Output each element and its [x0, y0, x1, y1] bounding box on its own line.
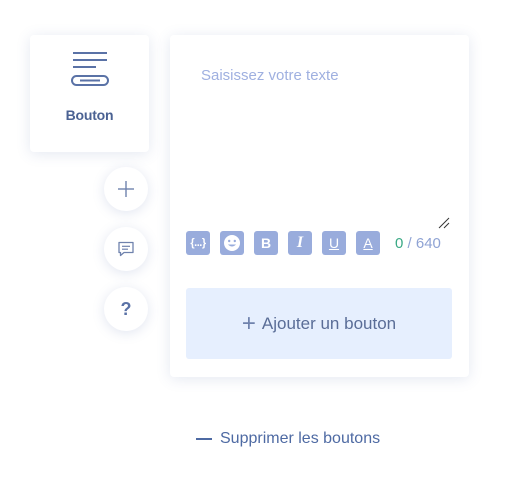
italic-icon: I	[296, 234, 304, 251]
text-editor-card: {...} B I U A 0 / 640 + Ajouter un bouto	[170, 35, 469, 377]
add-button-label: Ajouter un bouton	[261, 313, 397, 333]
button-block-card[interactable]: Bouton	[30, 35, 149, 152]
comment-icon	[118, 241, 134, 257]
variable-icon: {...}	[190, 237, 206, 249]
italic-button[interactable]: I	[288, 231, 312, 255]
underline-icon: U	[328, 235, 340, 251]
text-color-icon: A	[363, 235, 373, 251]
insert-variable-button[interactable]: {...}	[186, 231, 210, 255]
comment-button[interactable]	[104, 227, 148, 271]
add-button-button[interactable]: + Ajouter un bouton	[186, 288, 452, 359]
message-text-input[interactable]	[201, 67, 451, 207]
format-toolbar: {...} B I U A 0 / 640	[186, 231, 441, 255]
help-button[interactable]: ?	[104, 287, 148, 331]
help-icon: ?	[120, 298, 132, 319]
character-counter: 0 / 640	[395, 235, 441, 252]
bold-icon: B	[260, 235, 272, 251]
resize-handle-icon[interactable]	[438, 217, 450, 229]
button-block-icon	[70, 52, 109, 86]
underline-button[interactable]: U	[322, 231, 346, 255]
bold-button[interactable]: B	[254, 231, 278, 255]
plus-icon	[118, 181, 134, 197]
counter-separator: /	[403, 234, 416, 252]
counter-max: 640	[415, 234, 441, 252]
text-color-button[interactable]: A	[356, 231, 380, 255]
block-label: Bouton	[65, 107, 114, 123]
remove-buttons-label: Supprimer les boutons	[220, 430, 381, 447]
smiley-icon	[224, 235, 240, 251]
add-block-button[interactable]	[104, 167, 148, 211]
plus-icon: +	[241, 309, 256, 337]
emoji-button[interactable]	[220, 231, 244, 255]
remove-buttons-link[interactable]: Supprimer les boutons	[196, 430, 380, 448]
minus-icon	[196, 438, 212, 440]
